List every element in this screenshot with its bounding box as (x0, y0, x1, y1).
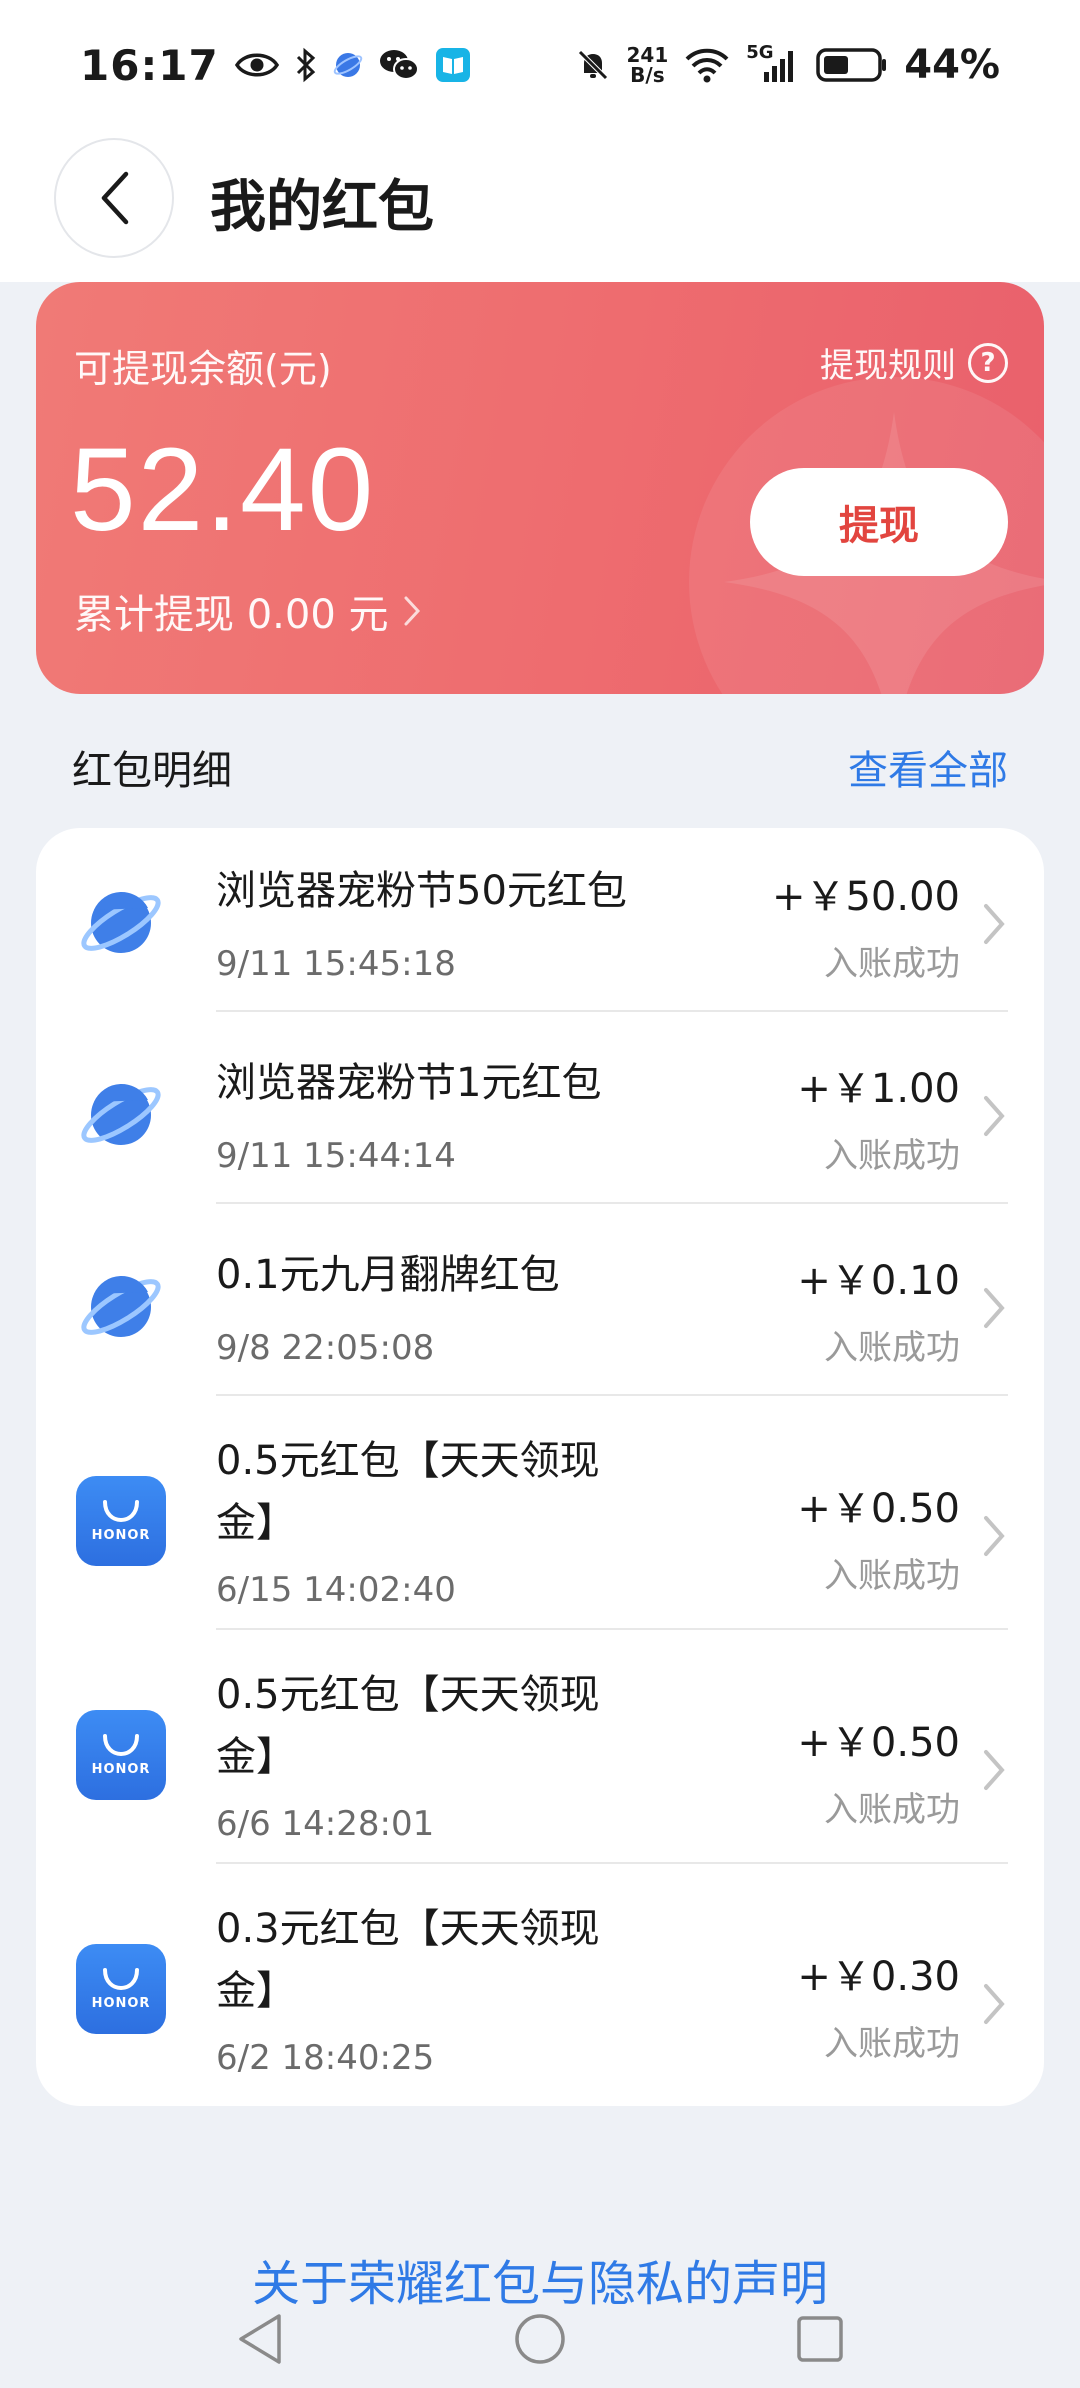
red-packet-list: 浏览器宠粉节50元红包 9/11 15:45:18 +￥50.00 入账成功 浏… (36, 828, 1044, 2106)
item-amount: +￥0.50 (797, 1720, 960, 1766)
item-time: 6/6 14:28:01 (216, 1804, 435, 1844)
item-status: 入账成功 (824, 1790, 960, 1830)
mute-bell-icon (575, 47, 611, 83)
battery-percent: 44% (904, 42, 1000, 88)
status-bar: 16:17 241 B/s 5G 44% (0, 0, 1080, 130)
red-packet-page: 16:17 241 B/s 5G 44% 我的红包 可提现余额(元) 提现规则 … (0, 0, 1080, 2388)
divider (216, 1010, 1008, 1012)
item-status: 入账成功 (824, 944, 960, 984)
balance-amount: 52.40 (70, 424, 376, 556)
planet-icon (81, 1084, 161, 1145)
divider (216, 1202, 1008, 1204)
back-button[interactable] (54, 138, 174, 258)
item-name: 0.3元红包【天天领现金】 (216, 1906, 600, 2014)
item-time: 6/2 18:40:25 (216, 2038, 435, 2078)
network-speed-unit: B/s (630, 63, 665, 87)
honor-bag-icon: HONOR (76, 1944, 166, 2034)
chevron-right-icon (984, 904, 1005, 944)
status-bar-right: 241 B/s 5G 44% (575, 42, 1000, 88)
list-item[interactable]: HONOR 0.5元红包【天天领现金】 6/6 14:28:01 +￥0.50 … (36, 1638, 1044, 1872)
honor-logo-text: HONOR (91, 1527, 151, 1543)
planet-icon (81, 1276, 161, 1337)
item-time: 9/11 15:45:18 (216, 944, 456, 984)
list-item[interactable]: HONOR 0.3元红包【天天领现金】 6/2 18:40:25 +￥0.30 … (36, 1872, 1044, 2106)
item-amount: +￥0.50 (797, 1486, 960, 1532)
honor-logo-text: HONOR (91, 1995, 151, 2011)
item-name: 浏览器宠粉节1元红包 (216, 1060, 602, 1106)
honor-logo-text: HONOR (91, 1761, 151, 1777)
nav-recents-icon[interactable] (795, 2314, 845, 2364)
item-status: 入账成功 (824, 1136, 960, 1176)
cellular-signal-icon: 5G (746, 42, 800, 84)
divider (216, 1394, 1008, 1396)
status-bar-left: 16:17 (80, 41, 471, 90)
item-amount: +￥0.10 (797, 1258, 960, 1304)
nav-back-icon[interactable] (235, 2312, 285, 2366)
system-nav-bar (0, 2290, 1080, 2388)
browser-notification-icon (333, 50, 363, 80)
chevron-right-icon (984, 1984, 1005, 2024)
list-item[interactable]: 0.1元九月翻牌红包 9/8 22:05:08 +￥0.10 入账成功 (36, 1212, 1044, 1404)
planet-icon (81, 892, 161, 953)
page-header: 我的红包 (0, 130, 1080, 282)
item-status: 入账成功 (824, 1556, 960, 1596)
item-time: 9/11 15:44:14 (216, 1136, 456, 1176)
withdraw-rules-link[interactable]: 提现规则 ? (820, 338, 1008, 387)
wechat-icon (379, 48, 419, 82)
list-item[interactable]: 浏览器宠粉节50元红包 9/11 15:45:18 +￥50.00 入账成功 (36, 828, 1044, 1020)
balance-label: 可提现余额(元) (74, 347, 332, 391)
wifi-icon (684, 47, 730, 83)
status-time: 16:17 (80, 40, 219, 90)
eye-icon (234, 50, 279, 80)
total-withdrawn-text: 累计提现 0.00 元 (74, 592, 389, 638)
item-status: 入账成功 (824, 1328, 960, 1368)
withdraw-rules-label: 提现规则 (820, 346, 956, 386)
withdraw-button[interactable]: 提现 (750, 468, 1008, 576)
list-item[interactable]: 浏览器宠粉节1元红包 9/11 15:44:14 +￥1.00 入账成功 (36, 1020, 1044, 1212)
item-amount: +￥50.00 (771, 874, 960, 920)
item-name: 0.5元红包【天天领现金】 (216, 1672, 600, 1780)
item-amount: +￥1.00 (797, 1066, 960, 1112)
network-type: 5G (746, 42, 774, 63)
section-title: 红包明细 (72, 748, 232, 794)
bluetooth-icon (295, 47, 317, 83)
chevron-right-icon (984, 1516, 1005, 1556)
item-name: 0.5元红包【天天领现金】 (216, 1438, 600, 1546)
page-title: 我的红包 (210, 175, 434, 240)
item-amount: +￥0.30 (797, 1954, 960, 2000)
chevron-right-icon (984, 1288, 1005, 1328)
list-item[interactable]: HONOR 0.5元红包【天天领现金】 6/15 14:02:40 +￥0.50… (36, 1404, 1044, 1638)
back-arrow-icon (101, 171, 129, 225)
battery-icon (816, 47, 888, 83)
honor-bag-icon: HONOR (76, 1710, 166, 1800)
chevron-right-icon (404, 596, 420, 626)
nav-home-icon[interactable] (513, 2312, 567, 2366)
view-all-link[interactable]: 查看全部 (848, 738, 1008, 796)
item-name: 浏览器宠粉节50元红包 (216, 868, 627, 914)
question-mark-icon: ? (968, 342, 1008, 383)
item-status: 入账成功 (824, 2024, 960, 2064)
chevron-right-icon (984, 1750, 1005, 1790)
network-speed: 241 B/s (627, 45, 669, 85)
item-name: 0.1元九月翻牌红包 (216, 1252, 560, 1298)
item-time: 6/15 14:02:40 (216, 1570, 456, 1610)
reader-app-icon (435, 47, 471, 83)
item-time: 9/8 22:05:08 (216, 1328, 435, 1368)
total-withdrawn-link[interactable]: 累计提现 0.00 元 (74, 582, 421, 640)
chevron-right-icon (984, 1096, 1005, 1136)
divider (216, 1628, 1008, 1630)
balance-card: 可提现余额(元) 提现规则 ? 52.40 累计提现 0.00 元 提现 (36, 282, 1044, 694)
divider (216, 1862, 1008, 1864)
honor-bag-icon: HONOR (76, 1476, 166, 1566)
